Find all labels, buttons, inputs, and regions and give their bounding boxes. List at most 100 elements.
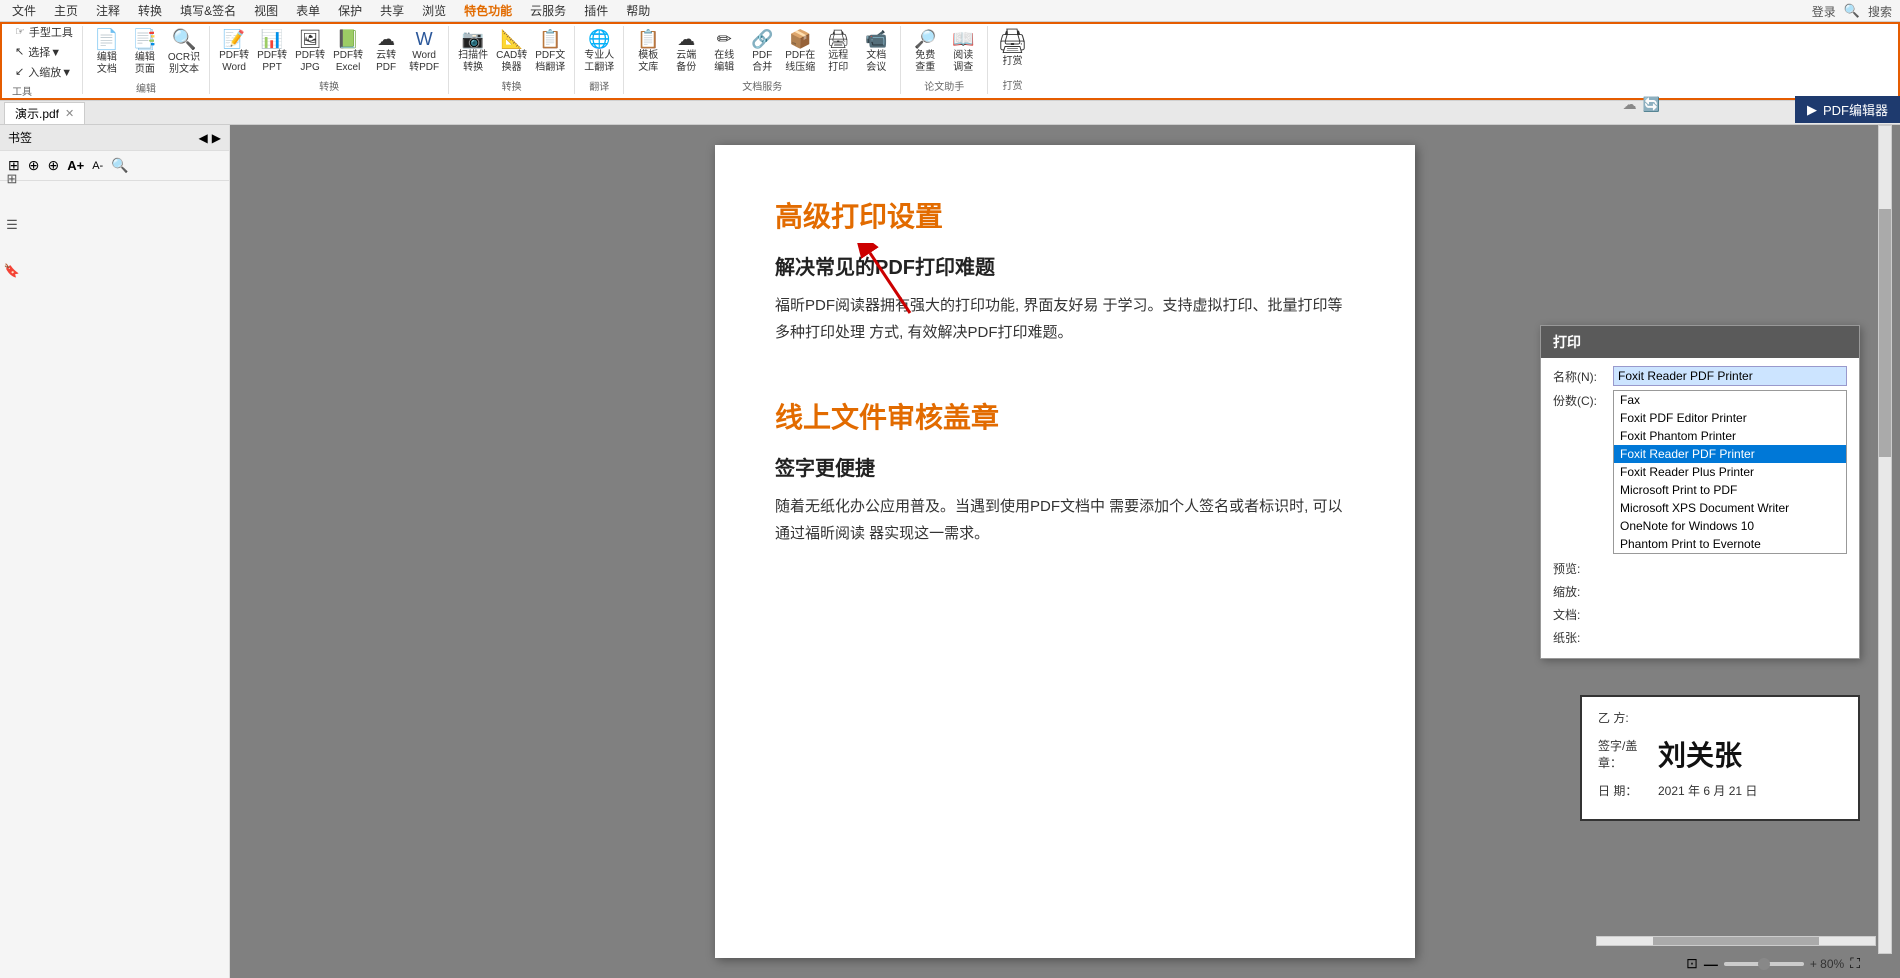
sidebar-tool-add-icon1[interactable]: ⊕: [26, 155, 42, 176]
remote-print-icon: 🖨: [827, 30, 850, 48]
print-printer-list[interactable]: Fax Foxit PDF Editor Printer Foxit Phant…: [1613, 390, 1847, 554]
zoom-slider[interactable]: [1724, 962, 1804, 966]
menu-item-help[interactable]: 帮助: [618, 0, 658, 21]
pdf-jpg-btn[interactable]: 🖼 PDF转JPG: [292, 28, 328, 76]
vertical-scrollbar[interactable]: [1878, 125, 1892, 954]
tab-close-btn[interactable]: ✕: [65, 107, 74, 120]
tool-group-label: 工具: [12, 83, 32, 98]
print-preview-label: 预览:: [1553, 558, 1613, 577]
online-edit-btn[interactable]: ✏ 在线编辑: [706, 28, 742, 76]
sig-date-label: 日 期：: [1598, 782, 1658, 799]
ribbon: ☞ 手型工具 ↖ 选择▼ ↙ 入缩放▼ 工具 📄 编辑文档 📑: [0, 22, 1900, 101]
doc-service-group-label: 文档服务: [742, 78, 782, 93]
sidebar-tool-add-icon2[interactable]: ⊕: [45, 155, 61, 176]
sidebar-nav-next-icon[interactable]: ▶: [212, 131, 221, 145]
zoom-minus-btn[interactable]: —: [1704, 956, 1718, 972]
menu-item-convert[interactable]: 转换: [130, 0, 170, 21]
read-check-btn[interactable]: 📖 阅读调查: [945, 28, 981, 76]
print-copies-label: 份数(C):: [1553, 390, 1613, 409]
pdf-tab[interactable]: 演示.pdf ✕: [4, 102, 85, 124]
pdf-compress-btn[interactable]: 📦 PDF在线压缩: [782, 28, 818, 76]
select-tool-btn[interactable]: ↖ 选择▼: [12, 43, 64, 61]
left-panel-icons: ⊞ ☰ 🔖: [0, 165, 24, 285]
v-scroll-thumb: [1879, 209, 1891, 457]
menu-item-form[interactable]: 表单: [288, 0, 328, 21]
menu-item-home[interactable]: 主页: [46, 0, 86, 21]
cloud-backup-btn[interactable]: ☁ 云端备份: [668, 28, 704, 76]
ocr-btn[interactable]: 🔍 OCR识别文本: [165, 28, 203, 78]
printer-foxit-plus[interactable]: Foxit Reader Plus Printer: [1614, 463, 1846, 481]
pdf-excel-btn[interactable]: 📗 PDF转Excel: [330, 28, 366, 76]
menu-item-share[interactable]: 共享: [372, 0, 412, 21]
pro-translate-btn[interactable]: 🌐 专业人工翻译: [581, 28, 617, 76]
printer-foxit-editor[interactable]: Foxit PDF Editor Printer: [1614, 409, 1846, 427]
menu-item-protect[interactable]: 保护: [330, 0, 370, 21]
read-check-icon: 📖: [952, 30, 974, 48]
remote-print-btn[interactable]: 🖨 远程打印: [820, 28, 856, 76]
left-panel-btn3[interactable]: 🔖: [2, 259, 22, 283]
cad-btn[interactable]: 📐 CAD转换器: [493, 28, 530, 76]
free-check-btn[interactable]: 🔎 免费查重: [907, 28, 943, 76]
sidebar-tool-font-larger-icon[interactable]: A+: [65, 156, 86, 175]
template-btn[interactable]: 📋 模板文库: [630, 28, 666, 76]
sidebar-content: ⊞ ☰ 🔖: [0, 181, 229, 978]
edit-doc-btn[interactable]: 📄 编辑文档: [89, 28, 125, 78]
printer-phantom-evernote[interactable]: Phantom Print to Evernote: [1614, 535, 1846, 553]
edit-page-btn[interactable]: 📑 编辑页面: [127, 28, 163, 78]
printer-foxit-reader[interactable]: Foxit Reader PDF Printer: [1614, 445, 1846, 463]
sig-party-row: 乙 方:: [1598, 709, 1842, 726]
print-preview-row: 预览:: [1553, 558, 1847, 577]
menu-item-plugin[interactable]: 插件: [576, 0, 616, 21]
horizontal-scrollbar[interactable]: [1596, 936, 1876, 946]
print-name-value: [1613, 366, 1847, 386]
pdf-area: 高级打印设置 解决常见的PDF打印难题 福昕PDF阅读器拥有强大的打印功能, 界…: [230, 125, 1900, 978]
sidebar-tool-font-smaller-icon[interactable]: A-: [90, 158, 105, 174]
sidebar-header-icons: ◀ ▶: [199, 131, 221, 145]
menu-item-special[interactable]: 特色功能: [456, 0, 520, 21]
cad-icon: 📐: [500, 30, 522, 48]
doc-meeting-btn[interactable]: 📹 文档会议: [858, 28, 894, 76]
cloud-pdf-btn[interactable]: ☁ 云转PDF: [368, 28, 404, 76]
word-pdf-btn[interactable]: W Word转PDF: [406, 28, 442, 76]
scan-file-btn[interactable]: 📷 扫描件转换: [455, 28, 491, 76]
sidebar-nav-prev-icon[interactable]: ◀: [199, 131, 208, 145]
zoom-page-icon[interactable]: ⊡: [1686, 955, 1698, 972]
pdf-merge-btn[interactable]: 🔗 PDF合并: [744, 28, 780, 76]
tool-group: ☞ 手型工具 ↖ 选择▼ ↙ 入缩放▼ 工具: [6, 26, 83, 94]
print-zoom-label: 缩放:: [1553, 581, 1613, 600]
print-buttons: 🖨 打赏: [994, 28, 1030, 70]
printer-foxit-phantom[interactable]: Foxit Phantom Printer: [1614, 427, 1846, 445]
sig-sign-row: 签字/盖章： 刘关张: [1598, 734, 1842, 774]
zoom-tool-btn[interactable]: ↙ 入缩放▼: [12, 63, 75, 81]
menu-item-browse[interactable]: 浏览: [414, 0, 454, 21]
menu-item-annotation[interactable]: 注释: [88, 0, 128, 21]
pdf-body-sig: 随着无纸化办公应用普及。当遇到使用PDF文档中 需要添加个人签名或者标识时, 可…: [775, 493, 1355, 547]
print-dialog-title: 打印: [1541, 326, 1859, 358]
hand-tool-btn[interactable]: ☞ 手型工具: [12, 23, 76, 41]
convert-buttons: 📝 PDF转Word 📊 PDF转PPT 🖼 PDF转JPG 📗 PDF转Exc…: [216, 28, 442, 76]
print-copies-value: Fax Foxit PDF Editor Printer Foxit Phant…: [1613, 390, 1847, 554]
print-reward-btn[interactable]: 🖨 打赏: [994, 28, 1030, 70]
menu-item-file[interactable]: 文件: [4, 0, 44, 21]
printer-onenote[interactable]: OneNote for Windows 10: [1614, 517, 1846, 535]
convert-group-label: 转换: [319, 78, 339, 93]
left-panel-btn1[interactable]: ⊞: [2, 167, 22, 191]
menu-item-view[interactable]: 视图: [246, 0, 286, 21]
pdf-compress-icon: 📦: [789, 30, 811, 48]
edit-buttons: 📄 编辑文档 📑 编辑页面 🔍 OCR识别文本: [89, 28, 203, 78]
pdf-editor-button[interactable]: ▶ PDF编辑器: [1795, 96, 1900, 123]
left-panel-btn2[interactable]: ☰: [2, 213, 22, 237]
printer-ms-xps[interactable]: Microsoft XPS Document Writer: [1614, 499, 1846, 517]
pdf-word-btn[interactable]: 📝 PDF转Word: [216, 28, 252, 76]
printer-fax[interactable]: Fax: [1614, 391, 1846, 409]
login-btn[interactable]: 登录: [1812, 3, 1836, 20]
zoom-fullscreen-icon[interactable]: ⛶: [1850, 955, 1860, 972]
sidebar-tool-search-icon[interactable]: 🔍: [109, 155, 130, 176]
pdf-ppt-btn[interactable]: 📊 PDF转PPT: [254, 28, 290, 76]
print-name-input[interactable]: [1613, 366, 1847, 386]
menu-item-cloud[interactable]: 云服务: [522, 0, 574, 21]
pdf-word-icon: 📝: [223, 30, 245, 48]
printer-ms-pdf[interactable]: Microsoft Print to PDF: [1614, 481, 1846, 499]
pdf-trans-btn[interactable]: 📋 PDF文档翻译: [532, 28, 568, 76]
menu-item-sign[interactable]: 填写&签名: [172, 0, 244, 21]
